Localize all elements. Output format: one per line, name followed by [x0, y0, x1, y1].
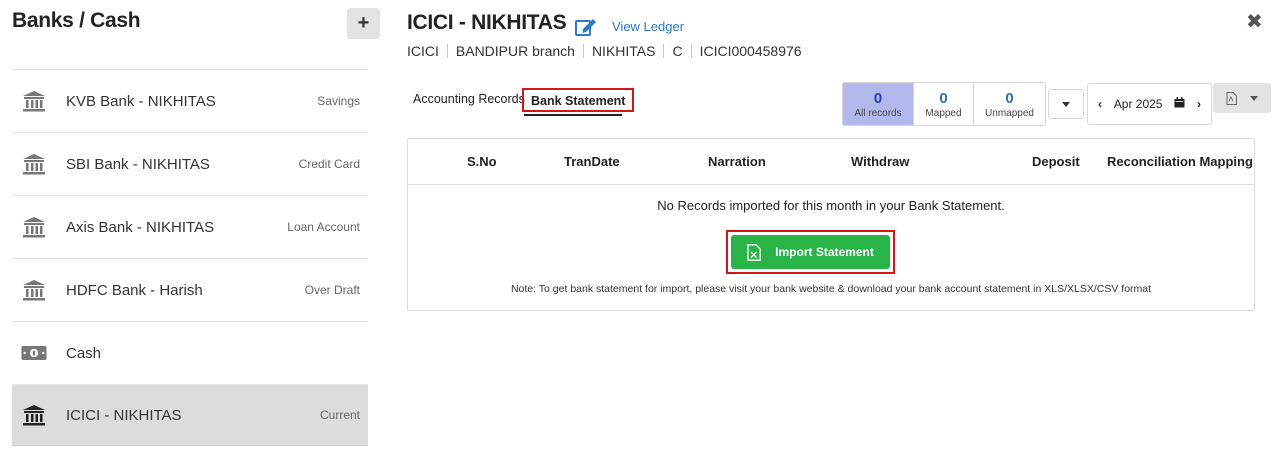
account-list: KVB Bank - NIKHITAS Savings SBI Bank - N… [12, 69, 368, 446]
account-item-sbi[interactable]: SBI Bank - NIKHITAS Credit Card [12, 132, 368, 195]
account-type: Savings [317, 94, 360, 108]
calendar-icon[interactable] [1174, 97, 1185, 111]
cash-icon [21, 341, 47, 365]
meta-holder: NIKHITAS [591, 43, 656, 59]
record-filters: 0 All records 0 Mapped 0 Unmapped [842, 82, 1046, 126]
accounts-panel: Banks / Cash + KVB Bank - NIKHITAS Savin… [0, 0, 380, 458]
view-ledger-link[interactable]: View Ledger [612, 19, 684, 34]
next-month-button[interactable]: › [1197, 97, 1201, 111]
column-withdraw: Withdraw [851, 154, 910, 169]
column-reconciliation-mapping: Reconciliation Mapping [1107, 154, 1253, 169]
month-selector: ‹ Apr 2025 › [1087, 83, 1212, 125]
active-tab-indicator [524, 114, 622, 116]
column-deposit: Deposit [1032, 154, 1080, 169]
empty-state-message: No Records imported for this month in yo… [657, 198, 1005, 213]
table-header: S.No TranDate Narration Withdraw Deposit… [408, 139, 1254, 185]
filter-label: Unmapped [985, 107, 1034, 119]
filter-count: 0 [1005, 89, 1014, 107]
pdf-file-icon [1226, 91, 1237, 105]
column-trandate: TranDate [564, 154, 620, 169]
bank-icon [21, 89, 47, 113]
import-note: Note: To get bank statement for import, … [510, 283, 1152, 295]
export-dropdown-button[interactable] [1213, 83, 1271, 113]
account-name: HDFC Bank - Harish [66, 281, 203, 299]
divider [582, 44, 584, 58]
meta-branch: BANDIPUR branch [455, 43, 575, 59]
bank-icon [21, 278, 47, 302]
meta-bank: ICICI [407, 43, 439, 59]
filter-all-records[interactable]: 0 All records [843, 83, 914, 125]
account-type: Current [319, 408, 360, 422]
bank-icon [21, 152, 47, 176]
account-item-kvb[interactable]: KVB Bank - NIKHITAS Savings [12, 69, 368, 132]
meta-type: C [672, 43, 683, 59]
account-name: Cash [66, 344, 102, 362]
filter-count: 0 [939, 89, 948, 107]
account-name: SBI Bank - NIKHITAS [66, 155, 210, 173]
account-item-icici[interactable]: ICICI - NIKHITAS Current [12, 384, 368, 446]
account-name: Axis Bank - NIKHITAS [66, 218, 215, 236]
account-type: Over Draft [304, 283, 360, 297]
options-dropdown-button[interactable] [1048, 89, 1084, 119]
prev-month-button[interactable]: ‹ [1098, 97, 1102, 111]
account-meta: ICICI BANDIPUR branch NIKHITAS C ICICI00… [407, 43, 802, 59]
panel-title: Banks / Cash [12, 9, 141, 32]
caret-down-icon [1250, 95, 1259, 101]
bank-icon [21, 403, 47, 427]
divider [690, 44, 692, 58]
month-label[interactable]: Apr 2025 [1114, 97, 1163, 111]
filter-label: Mapped [925, 107, 962, 119]
filter-mapped[interactable]: 0 Mapped [914, 83, 974, 125]
account-item-cash[interactable]: Cash [12, 321, 368, 384]
account-name: ICICI - NIKHITAS [66, 406, 182, 424]
caret-down-icon [1062, 101, 1070, 107]
column-sno: S.No [467, 154, 497, 169]
bank-icon [21, 215, 47, 239]
account-name: KVB Bank - NIKHITAS [66, 92, 216, 110]
bank-statement-table: S.No TranDate Narration Withdraw Deposit… [407, 138, 1255, 311]
tab-bank-statement[interactable]: Bank Statement [522, 88, 635, 112]
close-icon[interactable]: ✖ [1246, 9, 1263, 34]
divider [446, 44, 448, 58]
import-highlight: Import Statement [726, 230, 895, 274]
account-title: ICICI - NIKHITAS [407, 11, 567, 34]
divider [663, 44, 665, 58]
import-statement-label: Import Statement [775, 245, 874, 259]
account-type: Credit Card [298, 157, 360, 171]
filter-count: 0 [873, 89, 883, 107]
import-statement-button[interactable]: Import Statement [731, 235, 890, 269]
filter-label: All records [854, 107, 902, 119]
meta-ifsc: ICICI000458976 [699, 43, 802, 59]
tab-accounting-records[interactable]: Accounting Records [413, 92, 525, 106]
excel-file-icon [747, 243, 762, 261]
account-type: Loan Account [287, 220, 360, 234]
account-item-hdfc[interactable]: HDFC Bank - Harish Over Draft [12, 258, 368, 321]
filter-unmapped[interactable]: 0 Unmapped [974, 83, 1045, 125]
add-account-button[interactable]: + [347, 8, 380, 39]
edit-icon[interactable] [575, 17, 597, 37]
column-narration: Narration [708, 154, 766, 169]
account-item-axis[interactable]: Axis Bank - NIKHITAS Loan Account [12, 195, 368, 258]
